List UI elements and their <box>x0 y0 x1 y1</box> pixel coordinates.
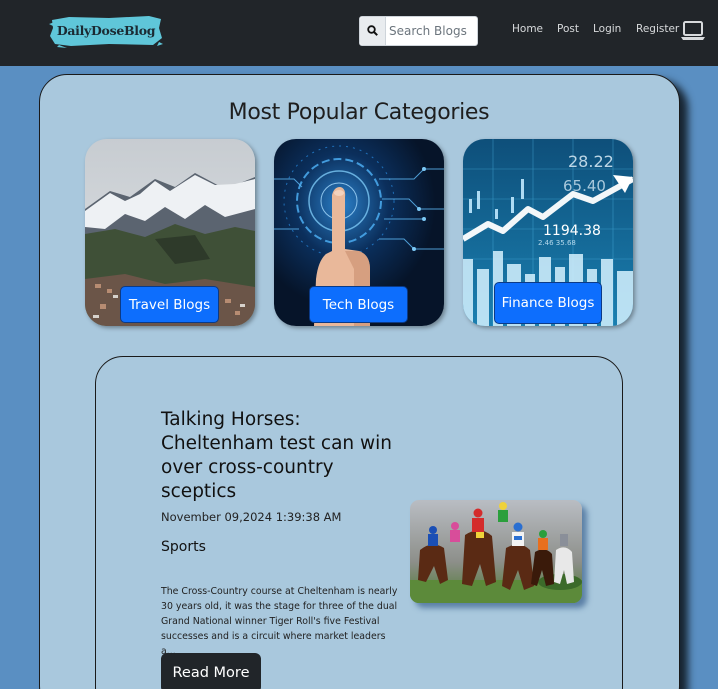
nav-home[interactable]: Home <box>512 23 543 35</box>
horse-race-image <box>410 500 582 603</box>
tech-blogs-button[interactable]: Tech Blogs <box>309 286 408 323</box>
category-card-finance[interactable]: 28.22 65.40 1194.38 2.46 35.68 Finance B… <box>463 139 633 326</box>
search-input[interactable] <box>387 17 477 45</box>
post-image[interactable] <box>410 500 582 603</box>
svg-text:28.22: 28.22 <box>568 152 614 171</box>
svg-text:2.46 35.68: 2.46 35.68 <box>538 239 576 247</box>
finance-blogs-button[interactable]: Finance Blogs <box>494 282 602 324</box>
search-button[interactable] <box>360 17 386 45</box>
section-title: Most Popular Categories <box>228 100 490 125</box>
travel-blogs-button[interactable]: Travel Blogs <box>120 286 219 323</box>
laptop-icon[interactable] <box>681 20 705 42</box>
post-date: November 09,2024 1:39:38 AM <box>161 510 342 524</box>
category-card-tech[interactable]: Tech Blogs <box>274 139 444 326</box>
logo[interactable]: DailyDoseBlog <box>49 14 163 48</box>
navbar: DailyDoseBlog Home Post Login Register <box>0 0 718 66</box>
nav-post[interactable]: Post <box>557 23 579 35</box>
post-excerpt: The Cross-Country course at Cheltenham i… <box>161 586 398 657</box>
post-title[interactable]: Talking Horses: Cheltenham test can win … <box>161 408 401 504</box>
read-more-button[interactable]: Read More <box>161 653 261 689</box>
search-icon <box>367 25 378 36</box>
nav-register[interactable]: Register <box>636 23 679 35</box>
search-bar <box>359 16 478 46</box>
post-category: Sports <box>161 539 206 555</box>
svg-text:65.40: 65.40 <box>563 177 606 195</box>
category-card-travel[interactable]: Travel Blogs <box>85 139 255 326</box>
svg-text:1194.38: 1194.38 <box>543 223 601 239</box>
nav-login[interactable]: Login <box>593 23 621 35</box>
logo-text: DailyDoseBlog <box>56 23 156 38</box>
